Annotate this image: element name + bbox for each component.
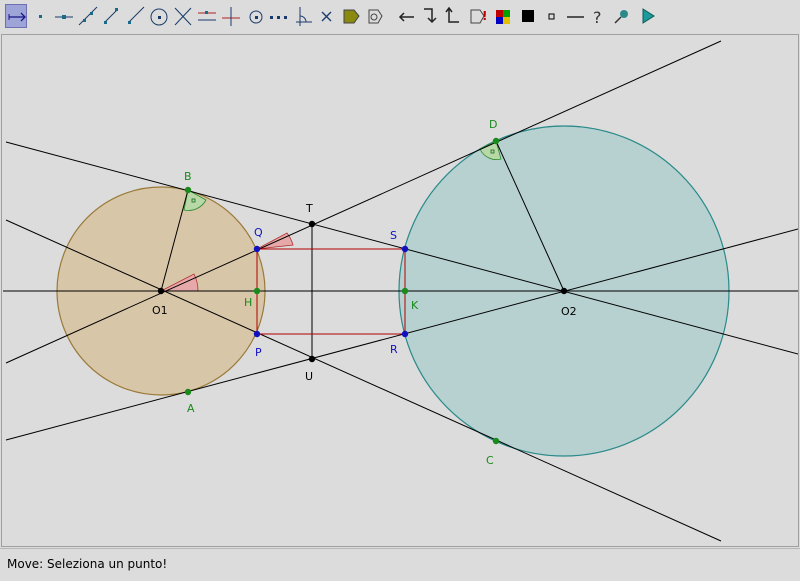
hide-show-tool-icon[interactable]: ! [467,4,489,28]
compass-tool-icon[interactable] [268,4,290,28]
macro-tool-icon[interactable] [364,4,386,28]
black-square-tool-icon[interactable] [517,4,539,28]
point-tool-icon[interactable] [30,4,52,28]
point-on-object-tool-icon[interactable] [53,4,75,28]
point-a[interactable] [184,388,192,396]
label-t: T [305,202,313,215]
undo-tool-icon[interactable] [396,4,418,28]
small-square-tool-icon[interactable] [541,4,563,28]
ray-tool-icon[interactable] [124,4,146,28]
point-q[interactable] [253,245,261,253]
point-s[interactable] [401,245,409,253]
line-tool-icon[interactable] [77,4,99,28]
label-b: B [184,170,192,183]
label-p: P [255,346,262,359]
label-d: D [489,118,497,131]
toolbar: !? [0,0,800,34]
perpendicular-line-tool-icon[interactable] [220,4,242,28]
help-tool-icon[interactable]: ? [588,4,610,28]
midpoint-tool-icon[interactable] [245,4,267,28]
point-p[interactable] [253,330,261,338]
point-c[interactable] [492,437,500,445]
step-back-tool-icon[interactable] [443,4,465,28]
point-u[interactable] [308,355,316,363]
intersection-tool-icon[interactable] [172,4,194,28]
label-q: Q [254,226,263,239]
geometry-drawing[interactable]: O1 O2 B A D C T U Q P S R H K [2,35,799,546]
label-u: U [305,370,313,383]
segment-tool-icon[interactable] [100,4,122,28]
label-c: C [486,454,494,467]
status-bar: Move: Seleziona un punto! [0,548,800,581]
point-o2[interactable] [560,287,568,295]
label-o2: O2 [561,305,577,318]
point-b[interactable] [184,186,192,194]
point-d[interactable] [492,137,500,145]
drawing-canvas[interactable]: O1 O2 B A D C T U Q P S R H K [1,34,799,547]
angle-tool-icon[interactable] [292,4,314,28]
line-style-tool-icon[interactable] [564,4,586,28]
label-r: R [390,343,398,356]
delete-tool-icon[interactable] [316,4,338,28]
color-fill-tool-icon[interactable] [340,4,362,28]
label-o1: O1 [152,304,168,317]
circle-tool-icon[interactable] [148,4,170,28]
move-tool-icon[interactable] [5,4,27,28]
label-h: H [244,296,252,309]
redo-tool-icon[interactable] [420,4,442,28]
point-k[interactable] [401,287,409,295]
point-o1[interactable] [157,287,165,295]
point-r[interactable] [401,330,409,338]
svg-text:?: ? [593,8,602,27]
play-tool-icon[interactable] [637,4,659,28]
point-t[interactable] [308,220,316,228]
pin-tool-icon[interactable] [612,4,634,28]
status-text: Move: Seleziona un punto! [7,557,168,571]
label-k: K [411,299,419,312]
parallel-line-tool-icon[interactable] [196,4,218,28]
color-palette-tool-icon[interactable] [492,4,514,28]
label-s: S [390,229,397,242]
label-a: A [187,402,195,415]
svg-text:!: ! [482,9,487,23]
point-h[interactable] [253,287,261,295]
